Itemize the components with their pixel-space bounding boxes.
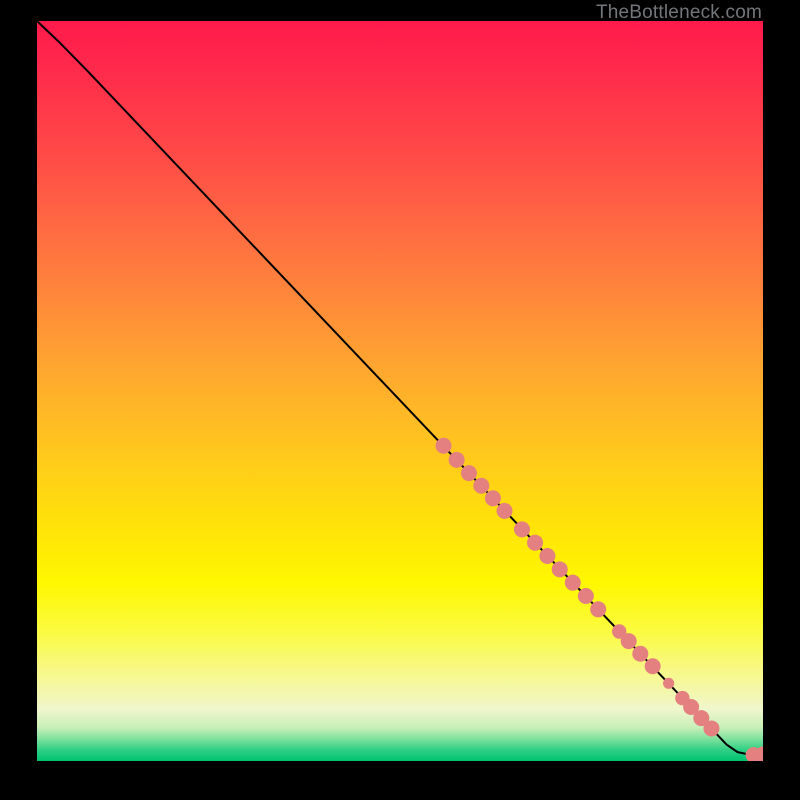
watermark-text: TheBottleneck.com (596, 2, 762, 24)
data-marker (539, 548, 555, 564)
chart-canvas: TheBottleneck.com (0, 0, 800, 800)
data-marker (645, 658, 661, 674)
curve-line (37, 21, 763, 754)
data-marker (565, 575, 581, 591)
data-marker (485, 490, 501, 506)
data-marker (578, 588, 594, 604)
data-marker (552, 561, 568, 577)
data-marker (461, 465, 477, 481)
data-marker (449, 452, 465, 468)
data-marker (632, 646, 648, 662)
data-marker (514, 521, 530, 537)
data-marker (473, 478, 489, 494)
data-marker (621, 633, 637, 649)
plot-area (37, 21, 763, 761)
data-marker (527, 535, 543, 551)
data-marker (436, 438, 452, 454)
data-marker (663, 678, 674, 689)
data-marker (590, 601, 606, 617)
data-marker (703, 720, 719, 736)
data-marker (497, 503, 513, 519)
chart-overlay (37, 21, 763, 761)
marker-layer (436, 438, 763, 761)
